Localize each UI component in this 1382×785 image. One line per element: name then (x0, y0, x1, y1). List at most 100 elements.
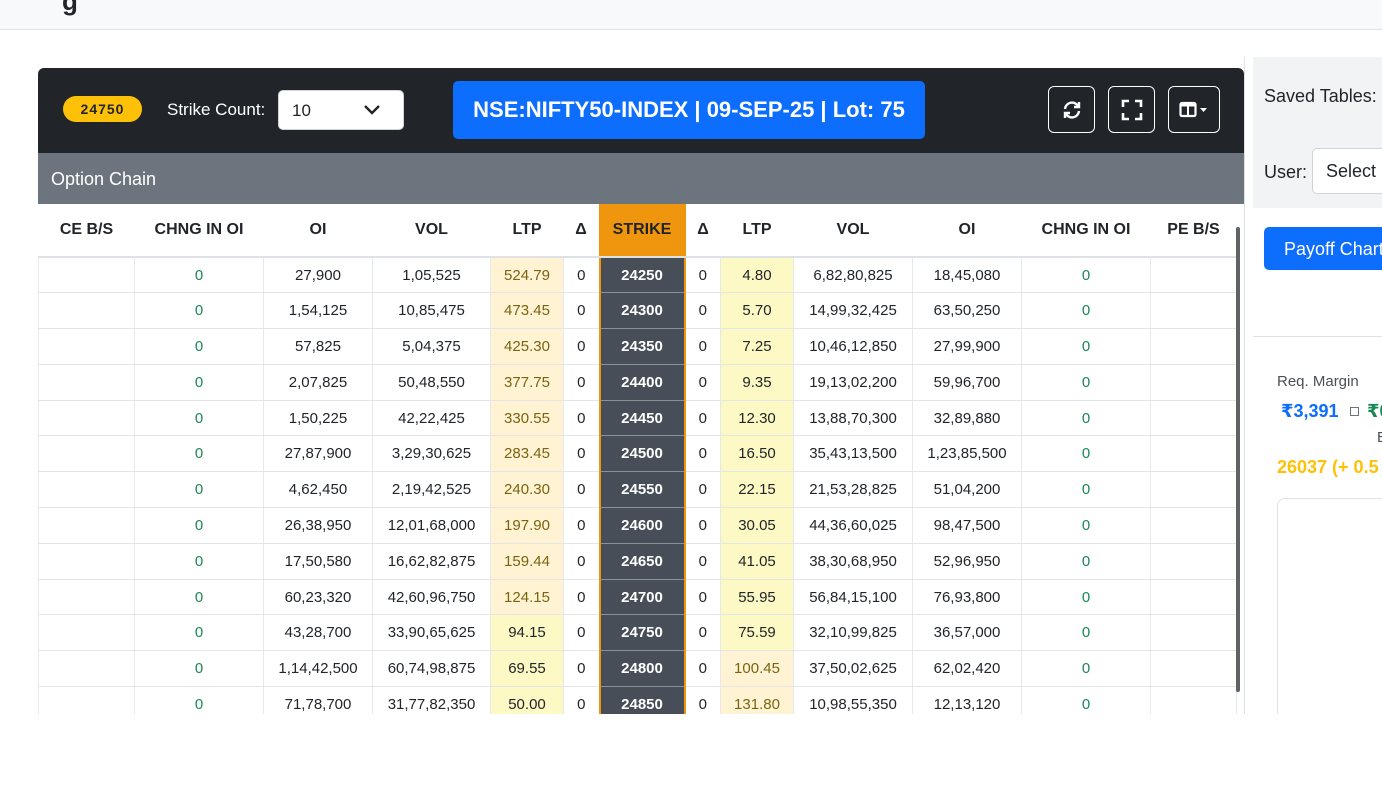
pe-bs-cell[interactable] (1150, 686, 1237, 714)
pe-bs-cell[interactable] (1150, 328, 1237, 365)
ce-chng-in-oi-cell: 0 (134, 614, 264, 652)
ce-ltp-cell[interactable]: 50.00 (490, 686, 564, 714)
pe-bs-cell[interactable] (1150, 650, 1237, 688)
table-row[interactable]: 0 60,23,320 42,60,96,750 124.15 0 24700 0 55.95… (38, 579, 1237, 616)
payoff-chart-button[interactable]: Payoff Chart (1264, 227, 1382, 270)
ce-ltp-cell[interactable]: 283.45 (490, 435, 564, 473)
pe-bs-cell[interactable] (1150, 579, 1237, 616)
ce-vol-cell: 31,77,82,350 (372, 686, 491, 714)
col-pe-delta[interactable]: Δ (684, 204, 721, 258)
pe-bs-cell[interactable] (1150, 364, 1237, 401)
ce-bs-cell[interactable] (38, 686, 135, 714)
pe-ltp-cell[interactable]: 4.80 (720, 257, 794, 294)
table-row[interactable]: 0 71,78,700 31,77,82,350 50.00 0 24850 0 131.80… (38, 686, 1237, 714)
ce-bs-cell[interactable] (38, 328, 135, 365)
pe-ltp-cell[interactable]: 12.30 (720, 400, 794, 437)
col-ce-chng-in-oi[interactable]: CHNG IN OI (134, 204, 264, 258)
ce-ltp-cell[interactable]: 524.79 (490, 257, 564, 294)
pe-ltp-cell[interactable]: 55.95 (720, 579, 794, 616)
ce-bs-cell[interactable] (38, 400, 135, 437)
ce-ltp-cell[interactable]: 197.90 (490, 507, 564, 544)
strike-count-select[interactable]: 10 (278, 90, 404, 130)
col-ce-ltp[interactable]: LTP (490, 204, 564, 258)
pe-ltp-cell[interactable]: 5.70 (720, 292, 794, 330)
col-pe-oi[interactable]: OI (912, 204, 1022, 258)
ce-ltp-cell[interactable]: 69.55 (490, 650, 564, 688)
pe-ltp-cell[interactable]: 7.25 (720, 328, 794, 365)
table-scrollbar[interactable] (1236, 227, 1240, 692)
ce-delta-cell: 0 (563, 650, 600, 688)
pe-ltp-cell[interactable]: 41.05 (720, 543, 794, 580)
ce-bs-cell[interactable] (38, 543, 135, 580)
ce-bs-cell[interactable] (38, 257, 135, 294)
col-pe-chng-in-oi[interactable]: CHNG IN OI (1021, 204, 1151, 258)
table-row[interactable]: 0 1,54,125 10,85,475 473.45 0 24300 0 5.70 14,99… (38, 292, 1237, 330)
ce-ltp-cell[interactable]: 377.75 (490, 364, 564, 401)
col-ce-oi[interactable]: OI (263, 204, 373, 258)
pe-bs-cell[interactable] (1150, 471, 1237, 509)
ce-ltp-cell[interactable]: 124.15 (490, 579, 564, 616)
ce-bs-cell[interactable] (38, 364, 135, 401)
table-row[interactable]: 0 26,38,950 12,01,68,000 197.90 0 24600 0 30.05… (38, 507, 1237, 544)
ce-bs-cell[interactable] (38, 579, 135, 616)
pe-vol-cell: 56,84,15,100 (793, 579, 913, 616)
col-ce-delta[interactable]: Δ (563, 204, 600, 258)
ce-ltp-cell[interactable]: 425.30 (490, 328, 564, 365)
table-header-row: CE B/S CHNG IN OI OI VOL LTP Δ STRIKE Δ … (38, 204, 1237, 258)
table-row[interactable]: 0 17,50,580 16,62,82,875 159.44 0 24650 0 41.05… (38, 543, 1237, 580)
col-ce-bs[interactable]: CE B/S (38, 204, 135, 258)
pe-bs-cell[interactable] (1150, 257, 1237, 294)
pe-ltp-cell[interactable]: 100.45 (720, 650, 794, 688)
margin-checkbox-icon[interactable] (1350, 407, 1359, 416)
table-row[interactable]: 0 1,14,42,500 60,74,98,875 69.55 0 24800 0 100.… (38, 650, 1237, 688)
pe-ltp-cell[interactable]: 75.59 (720, 614, 794, 652)
pe-bs-cell[interactable] (1150, 435, 1237, 473)
ce-bs-cell[interactable] (38, 471, 135, 509)
pe-ltp-cell[interactable]: 9.35 (720, 364, 794, 401)
pe-bs-cell[interactable] (1150, 614, 1237, 652)
table-row[interactable]: 0 27,900 1,05,525 524.79 0 24250 0 4.80 6,82,80,… (38, 257, 1237, 294)
ce-ltp-cell[interactable]: 330.55 (490, 400, 564, 437)
ce-bs-cell[interactable] (38, 507, 135, 544)
ce-vol-cell: 12,01,68,000 (372, 507, 491, 544)
table-row[interactable]: 0 57,825 5,04,375 425.30 0 24350 0 7.25 10,46,12… (38, 328, 1237, 365)
pe-bs-cell[interactable] (1150, 543, 1237, 580)
pe-oi-cell: 18,45,080 (912, 257, 1022, 294)
col-pe-ltp[interactable]: LTP (720, 204, 794, 258)
ce-bs-cell[interactable] (38, 614, 135, 652)
pe-ltp-cell[interactable]: 131.80 (720, 686, 794, 714)
col-strike[interactable]: STRIKE (598, 204, 686, 258)
pe-chng-in-oi-cell: 0 (1021, 650, 1151, 688)
table-row[interactable]: 0 43,28,700 33,90,65,625 94.15 0 24750 0 75.59 3… (38, 614, 1237, 652)
table-row[interactable]: 0 27,87,900 3,29,30,625 283.45 0 24500 0 16.50 3… (38, 435, 1237, 473)
instrument-button[interactable]: NSE:NIFTY50-INDEX | 09-SEP-25 | Lot: 75 (453, 81, 925, 139)
option-chain-table-wrapper[interactable]: CE B/S CHNG IN OI OI VOL LTP Δ STRIKE Δ … (38, 204, 1244, 714)
pe-bs-cell[interactable] (1150, 400, 1237, 437)
ce-bs-cell[interactable] (38, 435, 135, 473)
pe-oi-cell: 62,02,420 (912, 650, 1022, 688)
pe-bs-cell[interactable] (1150, 507, 1237, 544)
ce-chng-in-oi-cell: 0 (134, 400, 264, 437)
col-pe-vol[interactable]: VOL (793, 204, 913, 258)
table-row[interactable]: 0 2,07,825 50,48,550 377.75 0 24400 0 9.35 19,13… (38, 364, 1237, 401)
pe-ltp-cell[interactable]: 22.15 (720, 471, 794, 509)
ce-ltp-cell[interactable]: 473.45 (490, 292, 564, 330)
pe-oi-cell: 51,04,200 (912, 471, 1022, 509)
ce-ltp-cell[interactable]: 94.15 (490, 614, 564, 652)
table-row[interactable]: 0 4,62,450 2,19,42,525 240.30 0 24550 0 22.15 21… (38, 471, 1237, 509)
refresh-button[interactable] (1048, 86, 1095, 133)
fullscreen-button[interactable] (1108, 86, 1155, 133)
col-pe-bs[interactable]: PE B/S (1150, 204, 1237, 258)
table-row[interactable]: 0 1,50,225 42,22,425 330.55 0 24450 0 12.30 13,8… (38, 400, 1237, 437)
col-ce-vol[interactable]: VOL (372, 204, 491, 258)
option-chain-table: CE B/S CHNG IN OI OI VOL LTP Δ STRIKE Δ … (38, 204, 1237, 714)
pe-ltp-cell[interactable]: 30.05 (720, 507, 794, 544)
ce-ltp-cell[interactable]: 159.44 (490, 543, 564, 580)
ce-bs-cell[interactable] (38, 650, 135, 688)
user-select[interactable]: Select (1312, 148, 1382, 194)
pe-bs-cell[interactable] (1150, 292, 1237, 330)
columns-dropdown-button[interactable] (1168, 86, 1220, 133)
pe-ltp-cell[interactable]: 16.50 (720, 435, 794, 473)
ce-bs-cell[interactable] (38, 292, 135, 330)
ce-ltp-cell[interactable]: 240.30 (490, 471, 564, 509)
